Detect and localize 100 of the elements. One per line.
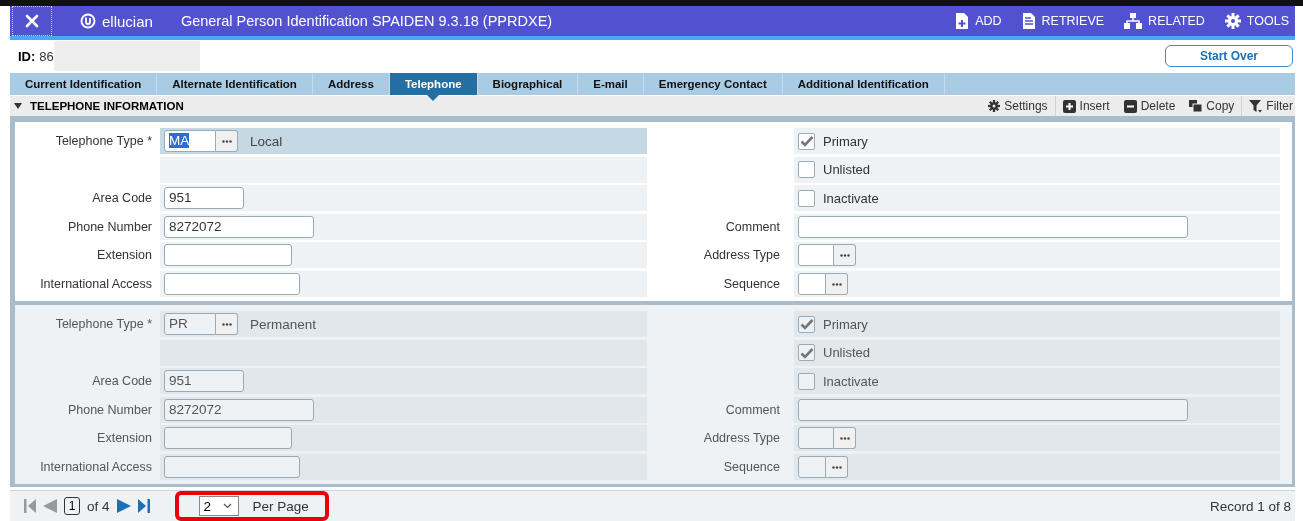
input-field[interactable]: 8272072 — [164, 398, 314, 421]
input-field[interactable]: 8272072 — [164, 215, 314, 238]
brand-name: ellucian — [102, 12, 153, 30]
window-title: General Person Identification SPAIDEN 9.3.18 (PPRDXE) — [180, 13, 553, 30]
filter-icon — [1249, 99, 1263, 113]
lookup-button[interactable] — [216, 130, 238, 153]
ellipsis-icon — [221, 322, 232, 326]
lookup-button[interactable] — [826, 456, 848, 478]
tab[interactable]: Alternate Identification — [157, 73, 313, 96]
field-label: Telephone Type * — [54, 134, 153, 149]
header-action[interactable]: RELATED — [1124, 13, 1205, 30]
checkbox-label: Inactivate — [823, 190, 879, 206]
field-label: Address Type — [702, 248, 781, 263]
header-action[interactable]: RETRIEVE — [1021, 13, 1105, 30]
lookup-button[interactable] — [826, 273, 848, 296]
id-label: ID: — [18, 48, 36, 64]
field-label: Telephone Type * — [54, 317, 153, 332]
field-label: Sequence — [722, 460, 781, 474]
tab[interactable]: Biographical — [477, 73, 579, 96]
code-field[interactable] — [798, 427, 834, 450]
add-document-icon — [955, 13, 970, 30]
previous-page-icon[interactable] — [43, 499, 57, 513]
lookup-button[interactable] — [216, 313, 238, 336]
checkbox[interactable] — [798, 315, 815, 333]
input-field[interactable]: 951 — [164, 187, 244, 210]
checkbox-label: Unlisted — [823, 162, 870, 178]
field-label: Address Type — [702, 431, 781, 446]
minus-icon — [1123, 99, 1137, 113]
document-icon — [1021, 13, 1036, 30]
code-description: Permanent — [250, 316, 317, 332]
code-field[interactable] — [798, 456, 826, 478]
field-label: Comment — [724, 219, 781, 234]
field-label: Area Code — [91, 374, 153, 389]
ellipsis-icon — [831, 282, 842, 286]
per-page-select[interactable]: 2 — [198, 496, 239, 516]
toolbar-button[interactable]: Insert — [1055, 96, 1117, 117]
field-label: Phone Number — [66, 402, 153, 417]
next-page-icon[interactable] — [116, 499, 131, 513]
tab[interactable]: Address — [312, 73, 390, 96]
field-label: Comment — [724, 402, 781, 417]
header-action[interactable]: ADD — [955, 13, 1002, 30]
header-action[interactable]: TOOLS — [1224, 13, 1289, 30]
checkbox[interactable] — [798, 132, 815, 150]
field-label: Extension — [96, 431, 153, 446]
ellipsis-icon — [831, 465, 842, 469]
input-field[interactable]: 951 — [164, 370, 244, 393]
plus-icon — [1062, 99, 1076, 113]
last-page-icon[interactable] — [137, 499, 150, 513]
record-status: Record 1 of 8 — [1209, 498, 1291, 514]
code-field[interactable] — [798, 244, 834, 267]
checkbox[interactable] — [798, 161, 815, 179]
caret-icon[interactable] — [14, 103, 22, 110]
start-over-button[interactable]: Start Over — [1165, 45, 1293, 67]
field-label: International Access — [39, 277, 153, 292]
checkbox-label: Inactivate — [823, 373, 879, 389]
checkbox-label: Unlisted — [823, 345, 870, 361]
ellipsis-icon — [839, 436, 850, 440]
toolbar-button[interactable]: Copy — [1182, 96, 1242, 117]
input-field[interactable] — [164, 427, 292, 450]
ellipsis-icon — [221, 139, 232, 143]
field-label: Area Code — [91, 191, 153, 206]
chevron-down-icon — [222, 503, 232, 509]
tab[interactable]: E-mail — [578, 73, 644, 96]
input-field[interactable] — [798, 215, 1188, 238]
tab-pointer-icon — [427, 95, 440, 102]
id-value: 86 — [39, 48, 54, 64]
input-field[interactable] — [164, 456, 300, 478]
per-page-label: Per Page — [252, 498, 309, 514]
checkbox[interactable] — [798, 189, 815, 207]
gear-icon — [1224, 13, 1241, 30]
tab[interactable]: Current Identification — [10, 73, 158, 96]
lookup-button[interactable] — [834, 244, 856, 267]
tab[interactable]: Emergency Contact — [643, 73, 783, 96]
code-field[interactable]: PR — [164, 313, 216, 336]
tab[interactable]: Additional Identification — [782, 73, 945, 96]
page-number-field[interactable]: 1 — [64, 497, 80, 515]
input-field[interactable] — [164, 273, 300, 296]
gear-icon — [988, 100, 1001, 113]
page-count: of 4 — [87, 498, 110, 514]
field-label: Sequence — [722, 277, 781, 292]
ellipsis-icon — [839, 253, 850, 257]
toolbar-button[interactable]: Delete — [1116, 96, 1183, 117]
checkbox[interactable] — [798, 344, 815, 362]
checkbox[interactable] — [798, 372, 815, 390]
input-field[interactable] — [798, 398, 1188, 421]
field-label: International Access — [39, 460, 153, 474]
code-field[interactable]: MA — [164, 130, 216, 153]
first-page-icon[interactable] — [24, 499, 36, 513]
code-description: Local — [250, 133, 283, 149]
lookup-button[interactable] — [834, 427, 856, 450]
field-label: Phone Number — [66, 219, 153, 234]
hierarchy-icon — [1124, 13, 1143, 30]
checkbox-label: Primary — [823, 133, 868, 149]
checkbox-label: Primary — [823, 316, 868, 332]
section-title: TELEPHONE INFORMATION — [30, 100, 184, 113]
field-label: Extension — [96, 248, 153, 263]
copy-icon — [1189, 100, 1203, 113]
code-field[interactable] — [798, 273, 826, 296]
close-icon — [25, 14, 39, 29]
input-field[interactable] — [164, 244, 292, 267]
